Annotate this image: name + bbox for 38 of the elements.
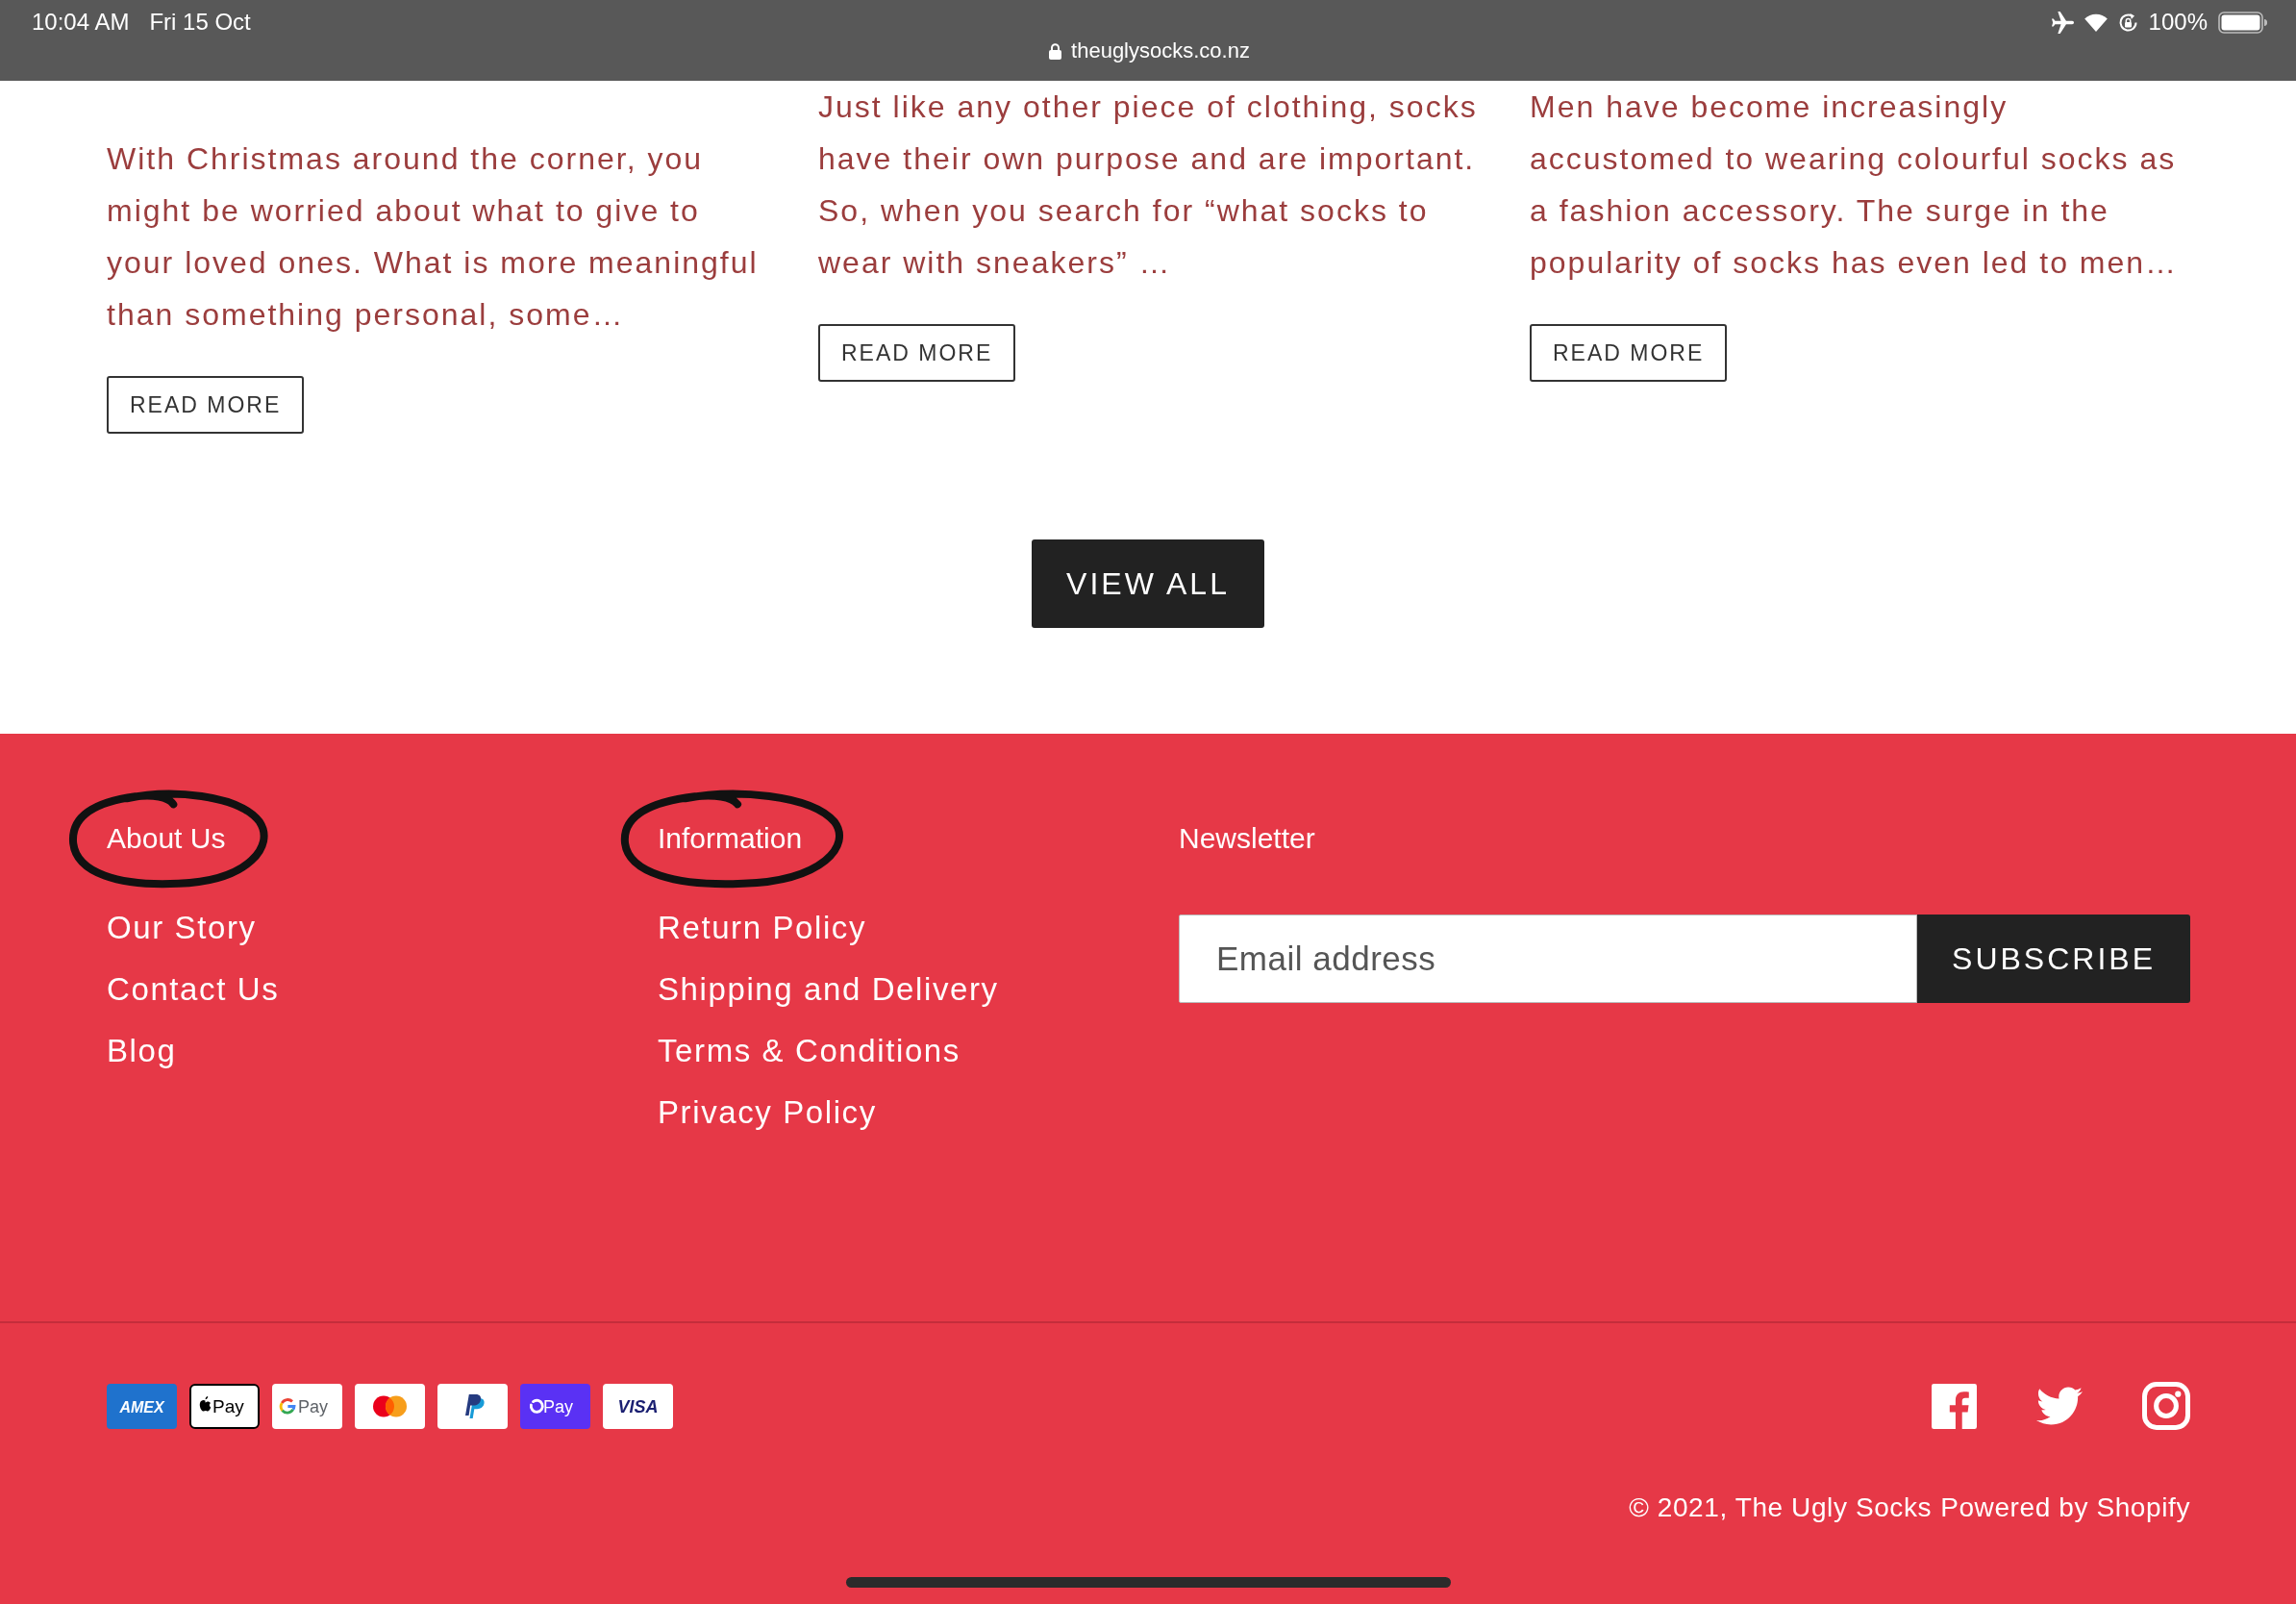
footer-heading: About Us (107, 821, 226, 856)
footer-link[interactable]: Our Story (107, 897, 257, 959)
airplane-icon (2051, 11, 2074, 34)
footer-heading: Information (658, 821, 803, 856)
twitter-icon[interactable] (2036, 1387, 2083, 1425)
battery-percentage: 100% (2148, 9, 2208, 36)
post-excerpt: With Christmas around the corner, you might be worried about what to give to your loved ones. What is more meaningful than something personal, some… (107, 140, 760, 334)
read-more-button[interactable]: READ MORE (818, 324, 1016, 382)
footer-link[interactable]: Return Policy (658, 897, 867, 959)
post-excerpt: Just like any other piece of clothing, socks have their own purpose and are important. So, when you search for “what socks to wear with sneakers” … (818, 88, 1479, 282)
google-pay-logo: Pay (272, 1383, 342, 1429)
view-all-button[interactable]: VIEW ALL (1032, 539, 1264, 628)
visa-logo: VISA (603, 1383, 673, 1429)
rotation-lock-icon (2117, 12, 2138, 33)
url-text: theuglysocks.co.nz (1071, 38, 1250, 63)
email-field[interactable]: Email address (1179, 915, 1917, 1003)
footer-link[interactable]: Privacy Policy (658, 1082, 877, 1143)
amex-logo: AMEX (107, 1383, 177, 1429)
status-time: 10:04 AM (32, 9, 130, 36)
footer-heading: Newsletter (1179, 821, 1315, 856)
footer-link[interactable]: Shipping and Delivery (658, 959, 999, 1020)
read-more-button[interactable]: READ MORE (1530, 324, 1728, 382)
copyright-text: © 2021, The Ugly Socks (1629, 1491, 1933, 1524)
status-date: Fri 15 Oct (149, 9, 251, 36)
instagram-icon[interactable] (2142, 1382, 2190, 1430)
lock-icon (1049, 42, 1062, 60)
footer-link[interactable]: Contact Us (107, 959, 280, 1020)
wifi-icon (2084, 13, 2108, 32)
facebook-icon[interactable] (1932, 1383, 1977, 1429)
subscribe-button[interactable]: SUBSCRIBE (1917, 915, 2190, 1003)
footer-link[interactable]: Blog (107, 1020, 177, 1082)
shop-pay-logo: Pay (520, 1383, 590, 1429)
footer-link[interactable]: Terms & Conditions (658, 1020, 961, 1082)
battery-icon (2218, 11, 2267, 34)
powered-by-link[interactable]: Powered by Shopify (1940, 1491, 2190, 1525)
post-excerpt: Men have become increasingly accustomed to wearing colourful socks as a fashion accessory. The surge in the popularity of socks has even led to men… (1530, 88, 2180, 282)
read-more-button[interactable]: READ MORE (107, 376, 305, 434)
apple-pay-logo: Pay (189, 1383, 260, 1429)
